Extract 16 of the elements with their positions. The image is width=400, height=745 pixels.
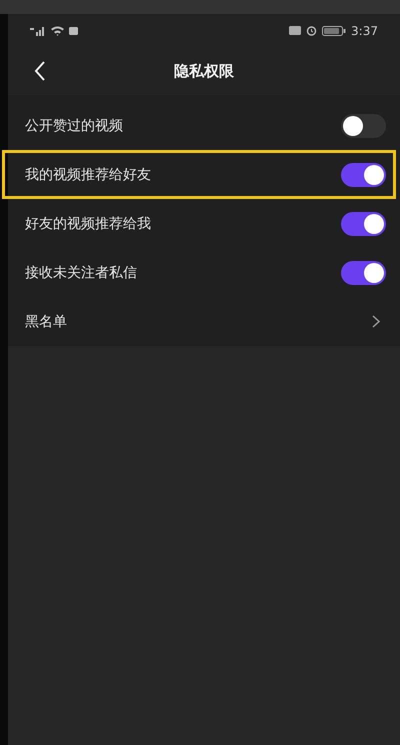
setting-label: 好友的视频推荐给我 <box>25 214 151 232</box>
status-time: 3:37 <box>351 24 378 38</box>
chevron-right-icon[interactable] <box>372 315 380 328</box>
battery-icon <box>322 26 346 36</box>
toggle-switch[interactable] <box>341 260 386 284</box>
toggle-switch[interactable] <box>341 114 386 138</box>
setting-label: 公开赞过的视频 <box>25 116 123 134</box>
setting-label: 黑名单 <box>25 312 67 330</box>
toggle-switch[interactable] <box>341 212 386 236</box>
alarm-icon <box>306 25 318 36</box>
page-title: 隐私权限 <box>174 62 234 80</box>
signal-icon <box>30 26 46 36</box>
setting-label: 接收未关注者私信 <box>25 264 137 282</box>
wifi-icon <box>51 26 64 36</box>
toggle-switch[interactable] <box>341 162 386 186</box>
setting-label: 我的视频推荐给好友 <box>25 166 151 184</box>
